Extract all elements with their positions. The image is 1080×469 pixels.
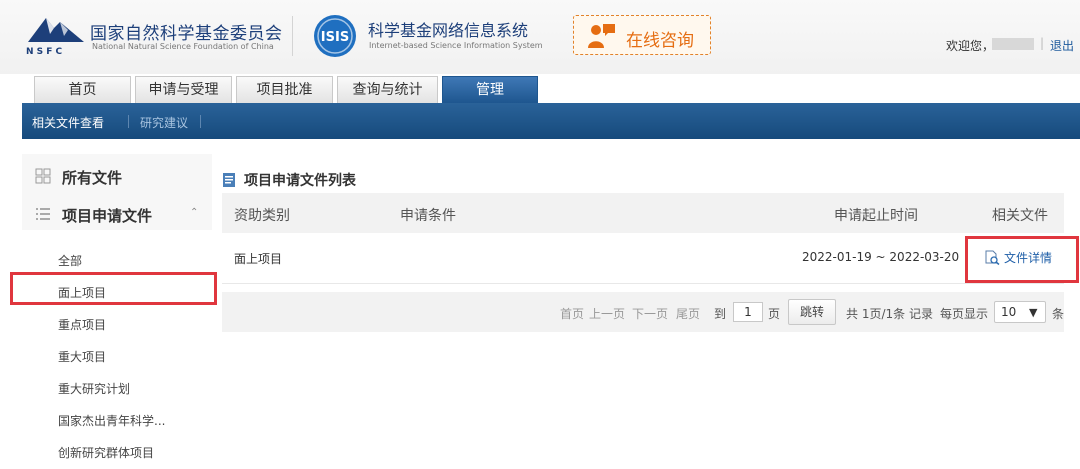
masked-username — [992, 38, 1034, 50]
header-separator: | — [1040, 36, 1045, 50]
subnav-divider — [128, 115, 129, 128]
welcome-text: 欢迎您， — [946, 39, 995, 53]
isis-logo-text: ISIS — [321, 30, 349, 45]
main-tabs: 首页 申请与受理 项目批准 查询与统计 管理 — [34, 76, 542, 103]
header-divider — [292, 16, 293, 56]
sidebar-submenu: 全部 面上项目 重点项目 重大项目 重大研究计划 国家杰出青年科学... 创新研… — [22, 230, 212, 469]
column-header-category: 资助类别 — [234, 208, 290, 224]
org-name-cn: 国家自然科学基金委员会 — [90, 24, 283, 44]
sidebar-item-key[interactable]: 重点项目 — [58, 316, 106, 333]
sidebar-item-major[interactable]: 重大项目 — [58, 348, 106, 365]
sidebar-all-files-label: 所有文件 — [62, 169, 123, 187]
online-consult-label: 在线咨询 — [626, 31, 694, 51]
highlight-box-general — [10, 272, 217, 305]
pagination-bar: 首页 上一页 下一页 尾页 到 页 跳转 共 1页/1条 记录 每页显示 10 … — [222, 292, 1064, 332]
tab-manage[interactable]: 管理 — [442, 76, 538, 103]
online-consult-button[interactable]: 在线咨询 — [573, 15, 711, 55]
sidebar-all-files[interactable]: 所有文件 — [22, 156, 212, 196]
sidebar-project-files[interactable]: 项目申请文件 ⌃ — [22, 194, 212, 234]
pager-summary: 共 1页/1条 记录 — [846, 307, 933, 321]
system-name-en: Internet-based Science Information Syste… — [369, 41, 543, 50]
chevron-down-icon: ▼ — [1029, 306, 1038, 319]
consult-person-icon — [588, 24, 615, 48]
list-icon — [36, 208, 50, 220]
sidebar-item-distinguished-youth[interactable]: 国家杰出青年科学... — [58, 412, 165, 429]
system-name-cn: 科学基金网络信息系统 — [368, 21, 529, 40]
table-header: 资助类别 申请条件 申请起止时间 相关文件 — [222, 193, 1064, 233]
nsfc-logo-icon: N S F C — [26, 18, 84, 56]
per-page-unit: 条 — [1052, 307, 1065, 321]
sidebar-item-innovation-group[interactable]: 创新研究群体项目 — [58, 444, 154, 461]
pager-last[interactable]: 尾页 — [676, 305, 700, 322]
logo-letters: N S F C — [26, 47, 63, 56]
site-header: N S F C 国家自然科学基金委员会 National Natural Sci… — [0, 0, 1080, 74]
sidebar-item-major-research[interactable]: 重大研究计划 — [58, 380, 130, 397]
grid-icon — [35, 168, 51, 184]
subnav-divider — [200, 115, 201, 128]
column-header-period: 申请起止时间 — [834, 208, 918, 224]
chevron-up-icon: ⌃ — [190, 207, 199, 218]
pager-page-unit: 页 — [768, 307, 781, 321]
list-title-text: 项目申请文件列表 — [244, 173, 356, 189]
subnav-research-suggestion[interactable]: 研究建议 — [140, 114, 188, 131]
sidebar-item-all[interactable]: 全部 — [58, 252, 82, 269]
tab-query[interactable]: 查询与统计 — [337, 76, 438, 103]
column-header-condition: 申请条件 — [400, 208, 456, 224]
table-row: 面上项目 2022-01-19 ~ 2022-03-20 文件详情 — [222, 233, 1064, 284]
jump-button[interactable]: 跳转 — [788, 299, 836, 325]
document-list-icon — [223, 173, 235, 187]
tab-apply[interactable]: 申请与受理 — [135, 76, 232, 103]
pager-first[interactable]: 首页 — [560, 305, 584, 322]
sidebar: 所有文件 项目申请文件 ⌃ 全部 面上项目 重点项目 重大项目 重大研究计划 国… — [22, 154, 212, 469]
sidebar-project-files-label: 项目申请文件 — [62, 207, 153, 225]
isis-logo-icon: ISIS — [314, 15, 356, 57]
logout-link[interactable]: 退出 — [1050, 37, 1074, 54]
row-period: 2022-01-19 ~ 2022-03-20 — [802, 250, 960, 264]
org-name-en: National Natural Science Foundation of C… — [92, 42, 274, 51]
pager-to-label: 到 — [714, 307, 727, 321]
subnav-file-view[interactable]: 相关文件查看 — [32, 114, 104, 131]
per-page-select[interactable]: 10 ▼ — [994, 301, 1046, 323]
highlight-box-file-detail — [965, 236, 1079, 283]
per-page-value: 10 — [1001, 305, 1017, 319]
pager-prev[interactable]: 上一页 — [589, 305, 625, 322]
tab-approval[interactable]: 项目批准 — [236, 76, 333, 103]
page-number-input[interactable] — [733, 302, 763, 322]
sub-navigation: 相关文件查看 研究建议 — [22, 103, 1080, 139]
per-page-label: 每页显示 — [940, 307, 989, 321]
pager-next[interactable]: 下一页 — [632, 305, 668, 322]
column-header-files: 相关文件 — [992, 208, 1048, 224]
row-category: 面上项目 — [234, 252, 283, 266]
tab-home[interactable]: 首页 — [34, 76, 131, 103]
